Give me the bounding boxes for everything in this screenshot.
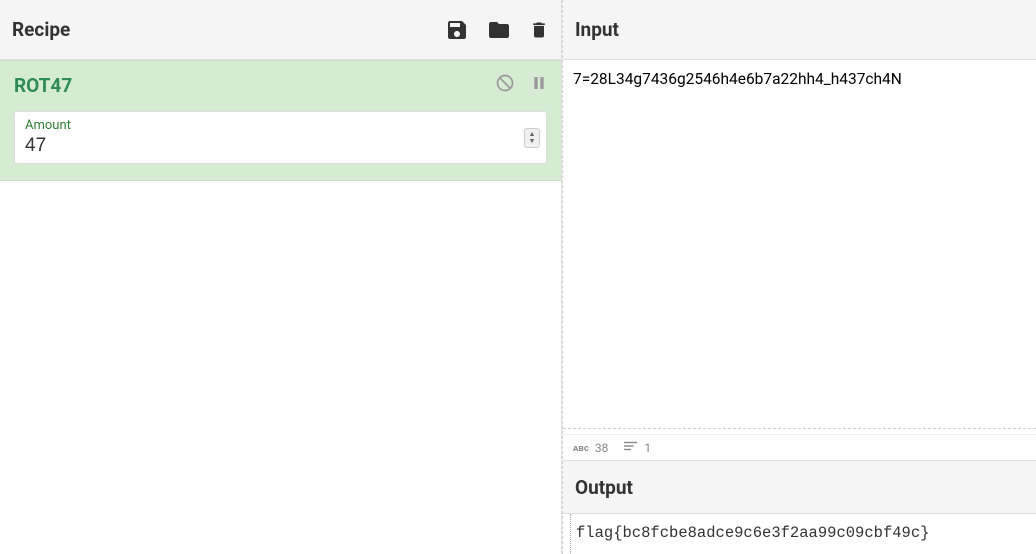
pause-icon[interactable]	[531, 74, 547, 96]
chars-icon: ᴀʙᴄ	[573, 443, 589, 453]
param-label: Amount	[25, 118, 536, 133]
recipe-header-actions	[445, 18, 549, 42]
stepper-down-icon[interactable]: ▼	[529, 138, 536, 145]
lines-icon	[624, 440, 638, 455]
operation-controls	[495, 73, 547, 97]
amount-stepper[interactable]: ▲ ▼	[524, 128, 540, 148]
io-pane: Input ᴀʙᴄ 38 1 Output flag{bc8fcbe8adce9…	[562, 0, 1036, 554]
operation-name: ROT47	[14, 74, 72, 97]
output-stats: ᴀʙᴄ 38 1	[563, 434, 1036, 460]
operation-rot47[interactable]: ROT47 Amount ▲ ▼	[0, 60, 561, 181]
char-count-value: 38	[595, 441, 609, 455]
line-count-value: 1	[644, 441, 651, 455]
save-icon[interactable]	[445, 18, 469, 42]
operation-header: ROT47	[14, 73, 547, 111]
input-header: Input	[563, 0, 1036, 60]
param-amount[interactable]: Amount ▲ ▼	[14, 111, 547, 164]
recipe-title: Recipe	[12, 18, 70, 41]
recipe-header: Recipe	[0, 0, 561, 60]
input-textarea[interactable]	[563, 60, 1036, 428]
output-title: Output	[575, 476, 633, 499]
trash-icon[interactable]	[529, 18, 549, 42]
input-title: Input	[575, 18, 619, 41]
amount-input[interactable]	[25, 135, 506, 157]
line-count-stat: 1	[624, 440, 651, 455]
folder-icon[interactable]	[487, 18, 511, 42]
output-header: Output	[563, 460, 1036, 514]
recipe-pane: Recipe ROT47	[0, 0, 562, 554]
output-text[interactable]: flag{bc8fcbe8adce9c6e3f2aa99c09cbf49c}	[570, 514, 1036, 554]
disable-icon[interactable]	[495, 73, 515, 97]
char-count-stat: ᴀʙᴄ 38	[573, 441, 608, 455]
